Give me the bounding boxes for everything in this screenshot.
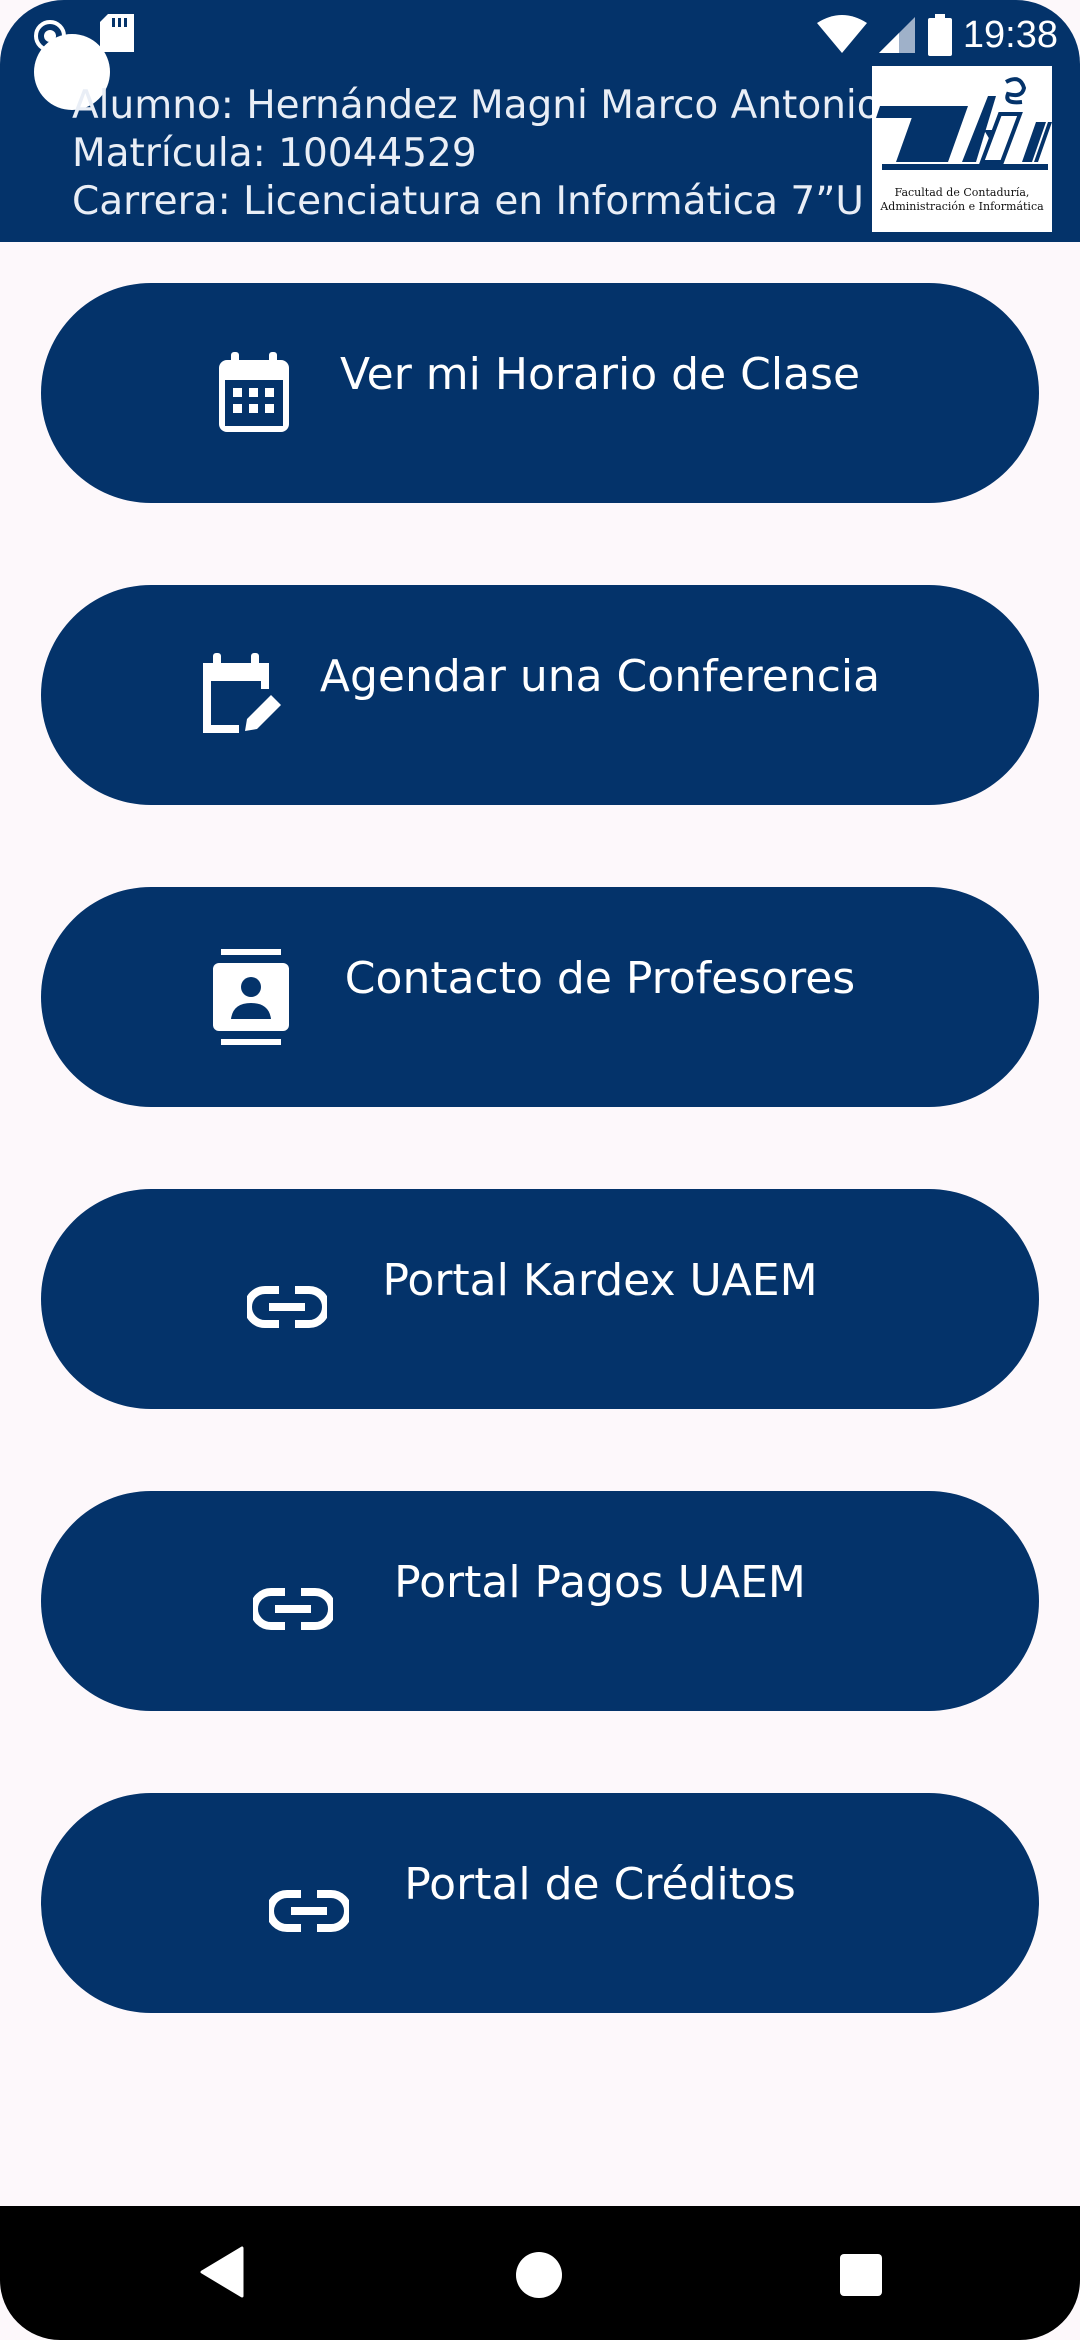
student-name: Alumno: Hernández Magni Marco Antonio bbox=[72, 83, 881, 128]
teacher-contacts-button[interactable]: Contacto de Profesores bbox=[41, 887, 1039, 1107]
logo-caption: Facultad de Contaduría, Administración e… bbox=[880, 186, 1044, 213]
home-icon[interactable] bbox=[516, 2252, 562, 2298]
wifi-icon bbox=[816, 15, 867, 53]
app-header: 19:38 Alumno: Hernández Magni Marco Anto… bbox=[0, 0, 1080, 242]
schedule-button-label: Ver mi Horario de Clase bbox=[339, 349, 861, 400]
payments-portal-label: Portal Pagos UAEM bbox=[394, 1557, 806, 1608]
faculty-logo-mark bbox=[876, 77, 1052, 170]
schedule-button[interactable]: Ver mi Horario de Clase bbox=[41, 283, 1039, 503]
student-id: Matrícula: 10044529 bbox=[72, 131, 477, 176]
kardex-portal-button[interactable]: Portal Kardex UAEM bbox=[41, 1189, 1039, 1409]
battery-icon bbox=[927, 14, 952, 56]
credits-portal-label: Portal de Créditos bbox=[404, 1859, 796, 1910]
recents-icon[interactable] bbox=[840, 2254, 882, 2296]
schedule-conference-button[interactable]: Agendar una Conferencia bbox=[41, 585, 1039, 805]
back-icon[interactable] bbox=[200, 2246, 244, 2298]
credits-portal-button[interactable]: Portal de Créditos bbox=[41, 1793, 1039, 2013]
navigation-bar bbox=[0, 2206, 1080, 2340]
sd-card-icon bbox=[100, 14, 134, 52]
payments-portal-button[interactable]: Portal Pagos UAEM bbox=[41, 1491, 1039, 1711]
faculty-logo: Facultad de Contaduría, Administración e… bbox=[872, 66, 1052, 232]
teacher-contacts-label: Contacto de Profesores bbox=[344, 953, 856, 1004]
status-bar-right: 19:38 bbox=[816, 10, 1058, 60]
signal-icon bbox=[878, 17, 915, 53]
clock: 19:38 bbox=[962, 13, 1058, 56]
student-info: Alumno: Hernández Magni Marco Antonio Ma… bbox=[72, 82, 881, 226]
schedule-conference-label: Agendar una Conferencia bbox=[319, 651, 881, 702]
student-career: Carrera: Licenciatura en Informática 7”U bbox=[72, 179, 864, 224]
kardex-portal-label: Portal Kardex UAEM bbox=[382, 1255, 818, 1306]
